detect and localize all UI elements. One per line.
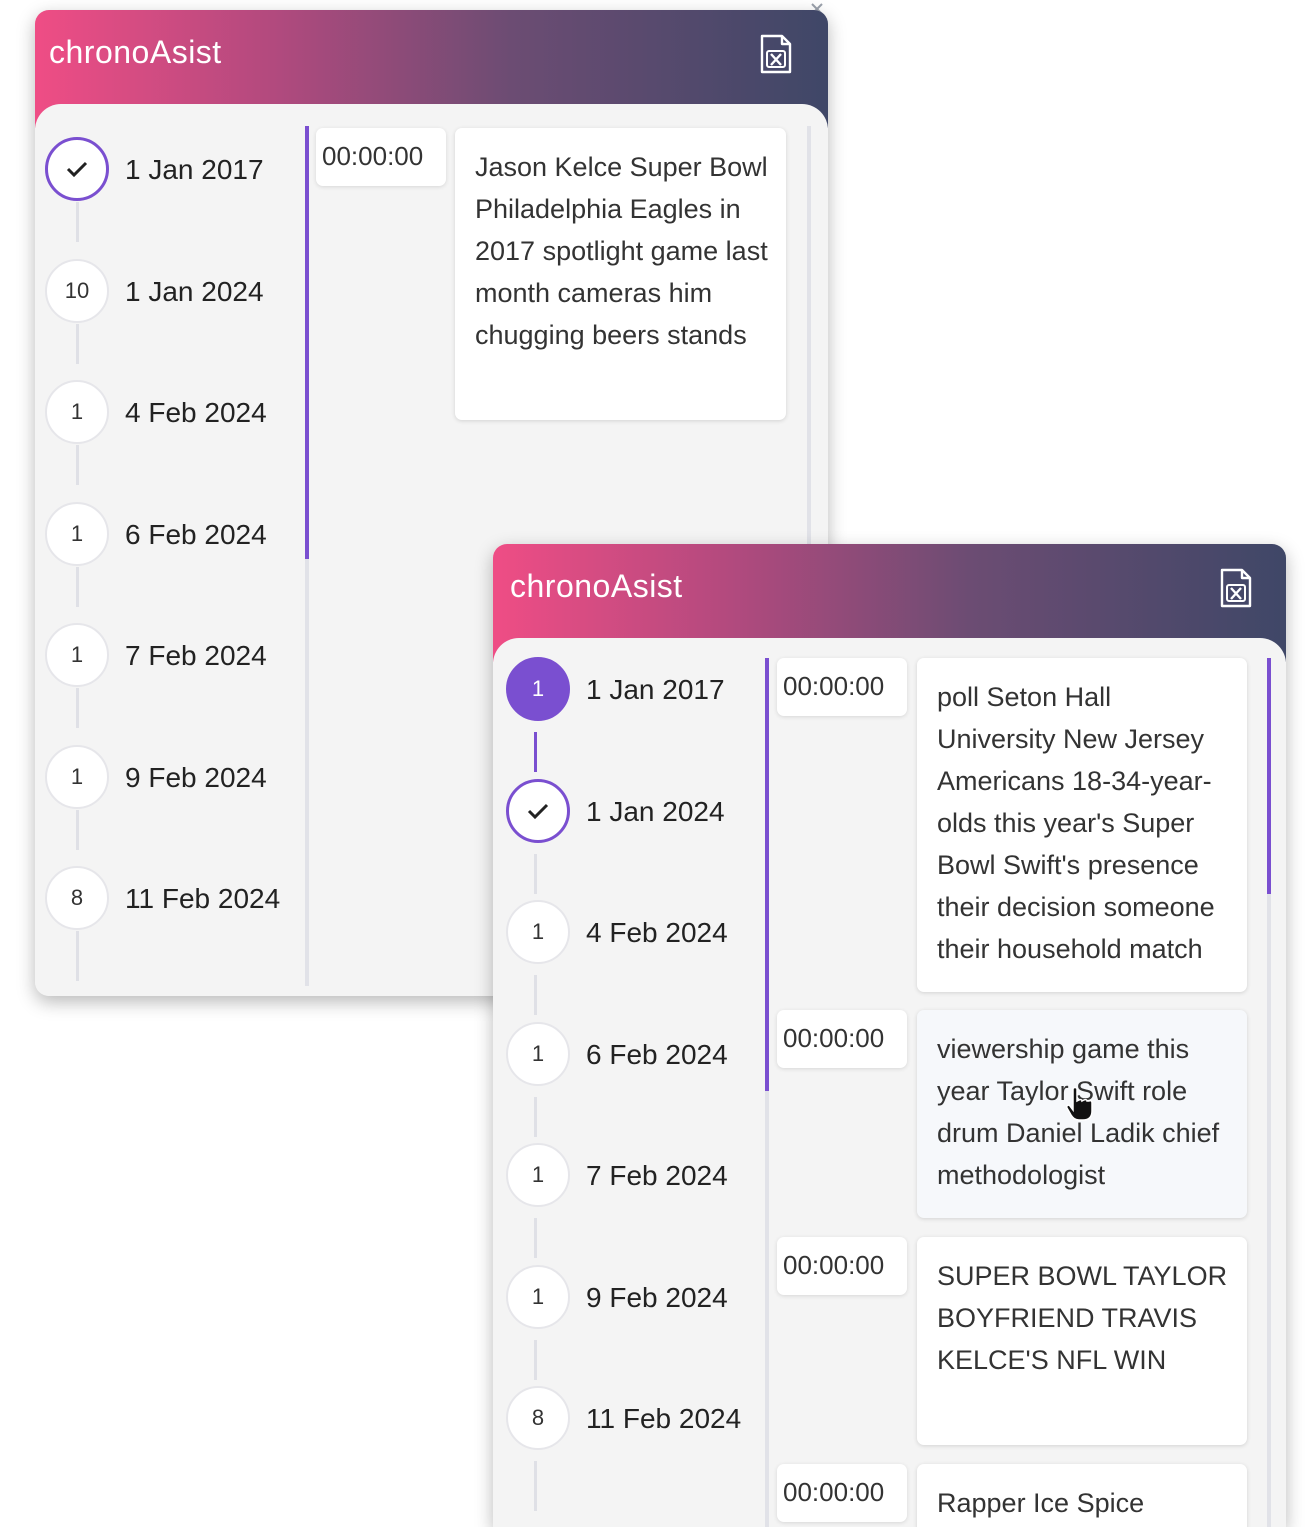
entries-progress-bar xyxy=(765,658,769,1091)
date-item[interactable]: 1 Jan 2017 xyxy=(45,137,300,203)
date-count-badge: 1 xyxy=(45,502,109,566)
entry-text-card[interactable]: poll Seton Hall University New Jersey Am… xyxy=(917,658,1247,992)
date-count-badge: 8 xyxy=(506,1386,570,1450)
date-count-badge: 1 xyxy=(506,900,570,964)
app-title: chronoAsist xyxy=(510,568,683,604)
timeline-connector xyxy=(534,1461,537,1511)
date-label: 1 Jan 2017 xyxy=(125,154,264,185)
timeline-connector xyxy=(534,732,537,772)
chrono-panel-front: chronoAsist 1 1 Jan 2017 1 Jan 2024 1 4 … xyxy=(493,544,1286,1527)
timeline-connector xyxy=(76,324,79,364)
date-item[interactable]: 10 1 Jan 2024 xyxy=(45,259,300,325)
timeline-connector xyxy=(76,931,79,981)
date-item[interactable]: 1 9 Feb 2024 xyxy=(45,745,300,811)
timeline-connector xyxy=(534,1097,537,1137)
entries-progress-bar xyxy=(305,126,309,559)
date-label: 4 Feb 2024 xyxy=(586,917,728,948)
date-item[interactable]: 1 Jan 2024 xyxy=(506,779,761,845)
excel-export-icon[interactable] xyxy=(758,34,794,74)
date-item[interactable]: 1 9 Feb 2024 xyxy=(506,1265,761,1331)
entry-text-card[interactable]: viewership game this year Taylor Swift r… xyxy=(917,1010,1247,1218)
entry-time[interactable]: 00:00:00 xyxy=(777,1010,907,1068)
entry-text-card[interactable]: SUPER BOWL TAYLOR BOYFRIEND TRAVIS KELCE… xyxy=(917,1237,1247,1445)
timeline-connector xyxy=(76,810,79,850)
timeline-connector xyxy=(534,1340,537,1380)
date-count-badge: 1 xyxy=(45,623,109,687)
date-label: 6 Feb 2024 xyxy=(586,1039,728,1070)
scroll-thumb[interactable] xyxy=(1267,658,1271,894)
date-label: 7 Feb 2024 xyxy=(586,1160,728,1191)
date-count-badge: 1 xyxy=(506,1143,570,1207)
date-list: 1 1 Jan 2017 1 Jan 2024 1 4 Feb 2024 1 6… xyxy=(493,638,763,1527)
date-check-badge xyxy=(506,779,570,843)
date-label: 11 Feb 2024 xyxy=(125,883,281,914)
entry-time[interactable]: 00:00:00 xyxy=(316,128,446,186)
date-list: 1 Jan 2017 10 1 Jan 2024 1 4 Feb 2024 1 … xyxy=(35,104,305,996)
date-item[interactable]: 1 7 Feb 2024 xyxy=(45,623,300,689)
timeline-connector xyxy=(534,1218,537,1258)
date-item[interactable]: 1 6 Feb 2024 xyxy=(45,502,300,568)
date-item[interactable]: 1 6 Feb 2024 xyxy=(506,1022,761,1088)
timeline-connector xyxy=(76,202,79,242)
date-label: 7 Feb 2024 xyxy=(125,640,267,671)
date-item[interactable]: 8 11 Feb 2024 xyxy=(506,1386,761,1452)
timeline-connector xyxy=(76,445,79,485)
date-item[interactable]: 1 1 Jan 2017 xyxy=(506,657,761,723)
date-label: 9 Feb 2024 xyxy=(586,1282,728,1313)
date-count-badge: 10 xyxy=(45,259,109,323)
date-item[interactable]: 1 4 Feb 2024 xyxy=(506,900,761,966)
app-title: chronoAsist xyxy=(49,34,222,70)
date-label: 1 Jan 2024 xyxy=(586,796,725,827)
date-item[interactable]: 1 7 Feb 2024 xyxy=(506,1143,761,1209)
timeline-connector xyxy=(76,688,79,728)
date-count-badge: 1 xyxy=(506,1265,570,1329)
date-item[interactable]: 1 4 Feb 2024 xyxy=(45,380,300,446)
date-count-badge: 1 xyxy=(506,1022,570,1086)
checkmark-icon xyxy=(66,161,88,178)
entry-time[interactable]: 00:00:00 xyxy=(777,1464,907,1522)
date-item[interactable]: 8 11 Feb 2024 xyxy=(45,866,300,932)
checkmark-icon xyxy=(527,803,549,820)
timeline-connector xyxy=(534,854,537,894)
date-label: 6 Feb 2024 xyxy=(125,519,267,550)
entry-time[interactable]: 00:00:00 xyxy=(777,658,907,716)
date-count-badge: 1 xyxy=(45,380,109,444)
date-label: 4 Feb 2024 xyxy=(125,397,267,428)
date-check-badge xyxy=(45,137,109,201)
date-count-badge: 1 xyxy=(45,745,109,809)
entry-time[interactable]: 00:00:00 xyxy=(777,1237,907,1295)
timeline-connector xyxy=(534,975,537,1015)
entry-text-card[interactable]: Rapper Ice Spice xyxy=(917,1464,1247,1527)
date-label: 1 Jan 2017 xyxy=(586,674,725,705)
excel-export-icon[interactable] xyxy=(1218,568,1254,608)
date-count-badge: 1 xyxy=(506,657,570,721)
date-count-badge: 8 xyxy=(45,866,109,930)
panel-body: 1 1 Jan 2017 1 Jan 2024 1 4 Feb 2024 1 6… xyxy=(493,638,1286,1527)
date-label: 1 Jan 2024 xyxy=(125,276,264,307)
entry-text-card[interactable]: Jason Kelce Super Bowl Philadelphia Eagl… xyxy=(455,128,786,420)
date-label: 9 Feb 2024 xyxy=(125,762,267,793)
timeline-connector xyxy=(76,567,79,607)
date-label: 11 Feb 2024 xyxy=(586,1403,742,1434)
